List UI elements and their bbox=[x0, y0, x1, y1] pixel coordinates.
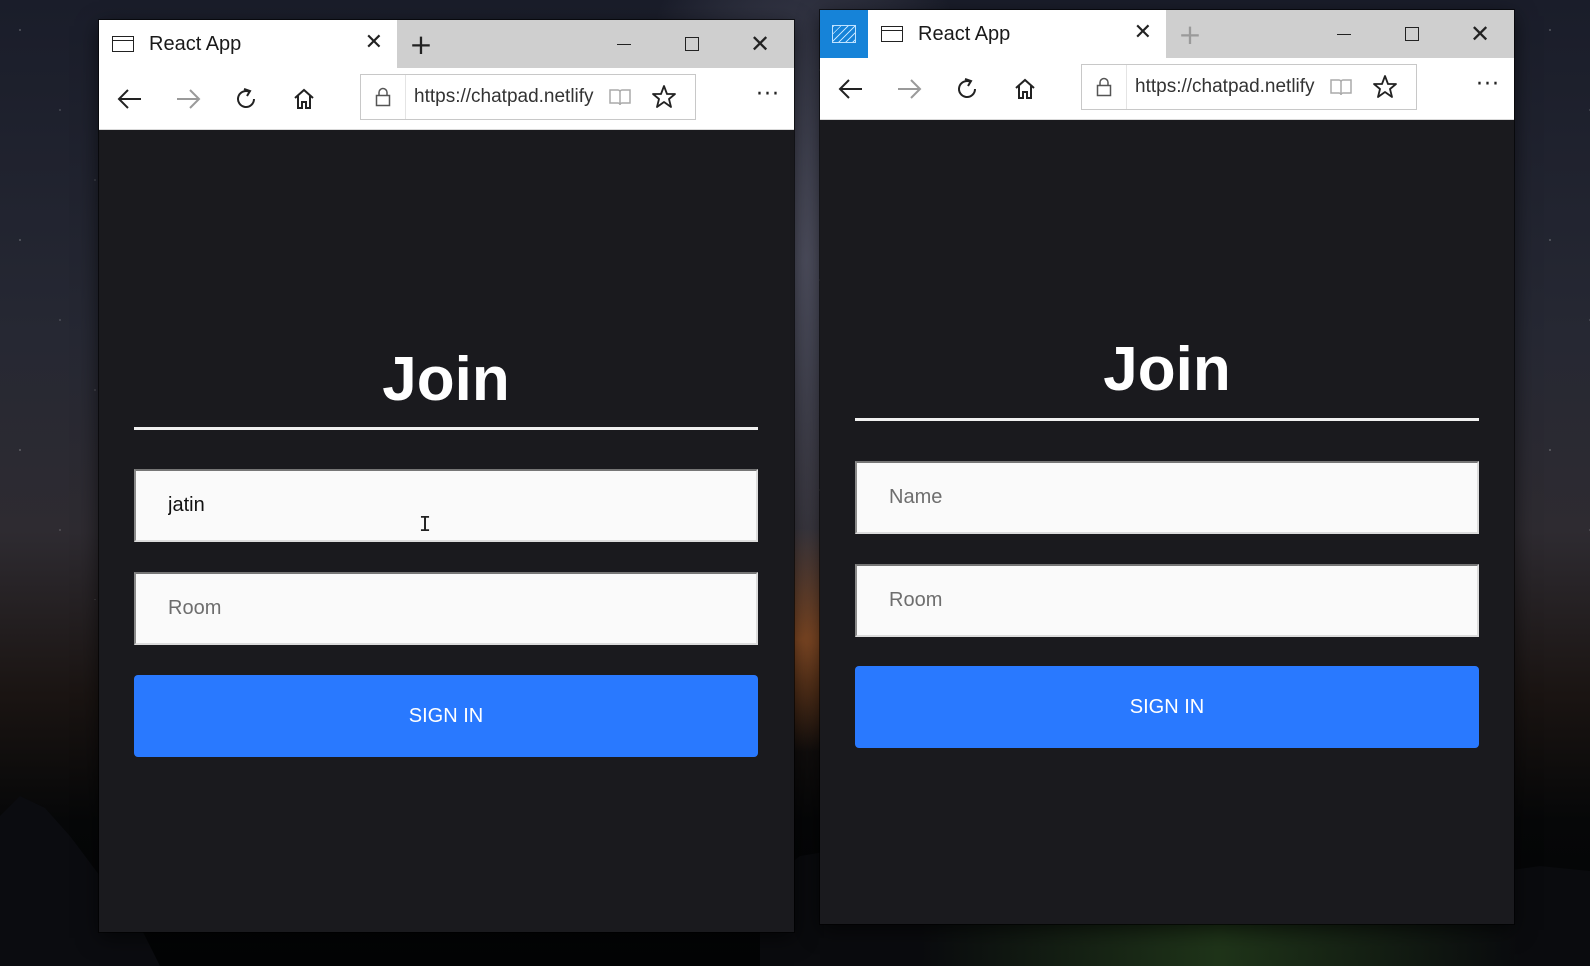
maximize-icon bbox=[685, 37, 699, 51]
join-heading: Join bbox=[382, 345, 510, 414]
page-content: Join SIGN IN bbox=[820, 120, 1514, 924]
more-options-icon[interactable]: ··· bbox=[1476, 72, 1500, 97]
more-options-icon[interactable]: ··· bbox=[756, 82, 780, 107]
minimize-button[interactable] bbox=[590, 20, 658, 68]
heading-divider bbox=[134, 427, 758, 430]
forward-arrow-icon bbox=[177, 88, 201, 109]
back-arrow-icon bbox=[117, 88, 141, 109]
navigation-bar: https://chatpad.netlify ··· bbox=[820, 58, 1514, 120]
back-arrow-icon bbox=[838, 78, 862, 99]
tab-close-icon[interactable]: ✕ bbox=[1134, 21, 1152, 45]
ground-strip bbox=[920, 920, 1520, 966]
refresh-icon bbox=[237, 87, 255, 108]
window-controls: ✕ bbox=[1310, 10, 1514, 58]
lock-icon[interactable] bbox=[361, 75, 406, 119]
browser-window-left: React App ✕ + ✕ https://chatpad.netlify bbox=[99, 20, 794, 932]
forward-button[interactable] bbox=[880, 65, 938, 113]
window-controls: ✕ bbox=[590, 20, 794, 68]
minimize-button[interactable] bbox=[1310, 10, 1378, 58]
name-input[interactable] bbox=[855, 461, 1479, 534]
minimize-icon bbox=[617, 43, 631, 45]
lock-icon[interactable] bbox=[1082, 65, 1127, 109]
tab-react-app[interactable]: React App ✕ bbox=[99, 20, 397, 68]
reading-view-icon[interactable] bbox=[598, 75, 642, 119]
sign-in-button[interactable]: SIGN IN bbox=[855, 666, 1479, 748]
url-text[interactable]: https://chatpad.netlify bbox=[406, 86, 598, 108]
browser-window-right: React App ✕ + ✕ https://chatpad.netlify bbox=[820, 10, 1514, 924]
reading-view-icon[interactable] bbox=[1319, 65, 1363, 109]
room-input[interactable] bbox=[855, 564, 1479, 637]
refresh-icon bbox=[958, 77, 976, 98]
text-cursor-icon: I bbox=[419, 512, 432, 536]
address-bar[interactable]: https://chatpad.netlify bbox=[1081, 64, 1417, 110]
close-icon: ✕ bbox=[749, 30, 771, 58]
home-icon bbox=[294, 88, 314, 109]
new-tab-button[interactable]: + bbox=[1166, 10, 1214, 58]
tab-title: React App bbox=[918, 22, 1011, 45]
forward-button[interactable] bbox=[159, 75, 217, 123]
room-input[interactable] bbox=[134, 572, 758, 645]
close-window-button[interactable]: ✕ bbox=[1446, 10, 1514, 58]
home-button[interactable] bbox=[996, 65, 1054, 113]
tab-close-icon[interactable]: ✕ bbox=[365, 31, 383, 55]
tab-title: React App bbox=[149, 32, 242, 55]
page-tab-icon bbox=[881, 26, 903, 42]
page-tab-icon bbox=[112, 36, 134, 52]
refresh-button[interactable] bbox=[938, 65, 996, 113]
set-tabs-aside-button[interactable] bbox=[820, 10, 868, 58]
tab-react-app[interactable]: React App ✕ bbox=[868, 10, 1166, 58]
new-tab-button[interactable]: + bbox=[397, 20, 445, 68]
url-text[interactable]: https://chatpad.netlify bbox=[1127, 76, 1319, 98]
tab-bar: React App ✕ + ✕ bbox=[99, 20, 794, 68]
favorite-star-icon[interactable] bbox=[642, 75, 686, 119]
favorite-star-icon[interactable] bbox=[1363, 65, 1407, 109]
heading-divider bbox=[855, 418, 1479, 421]
address-bar[interactable]: https://chatpad.netlify bbox=[360, 74, 696, 120]
back-button[interactable] bbox=[101, 75, 159, 123]
tabs-aside-icon bbox=[832, 25, 856, 43]
navigation-bar: https://chatpad.netlify ··· bbox=[99, 68, 794, 130]
maximize-button[interactable] bbox=[658, 20, 726, 68]
maximize-button[interactable] bbox=[1378, 10, 1446, 58]
minimize-icon bbox=[1337, 33, 1351, 35]
name-input[interactable] bbox=[134, 469, 758, 542]
refresh-button[interactable] bbox=[217, 75, 275, 123]
join-heading: Join bbox=[1103, 335, 1231, 404]
close-icon: ✕ bbox=[1469, 20, 1491, 48]
home-button[interactable] bbox=[275, 75, 333, 123]
close-window-button[interactable]: ✕ bbox=[726, 20, 794, 68]
forward-arrow-icon bbox=[898, 78, 922, 99]
maximize-icon bbox=[1405, 27, 1419, 41]
page-content: Join I SIGN IN bbox=[99, 130, 794, 932]
sign-in-button[interactable]: SIGN IN bbox=[134, 675, 758, 757]
back-button[interactable] bbox=[822, 65, 880, 113]
home-icon bbox=[1015, 78, 1035, 99]
tab-bar: React App ✕ + ✕ bbox=[820, 10, 1514, 58]
